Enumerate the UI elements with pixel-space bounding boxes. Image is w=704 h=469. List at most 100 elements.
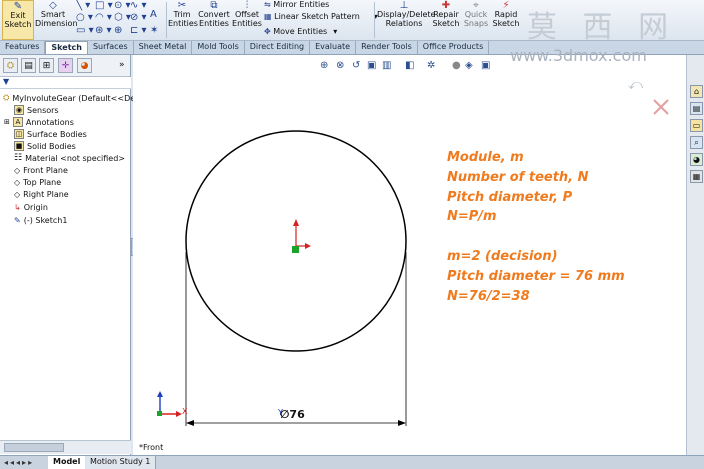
rapid-sketch-button[interactable]: ⚡ Rapid Sketch	[492, 0, 520, 28]
mirror-icon: ⇋	[264, 0, 274, 9]
tree-item-sketch1[interactable]: ✎ (-) Sketch1	[14, 214, 67, 226]
section-view-icon[interactable]: ▣	[367, 60, 376, 71]
previous-view-icon[interactable]: ↺	[352, 60, 360, 71]
slot-tool-icon[interactable]: ⊙ ▾	[114, 0, 131, 11]
fillet-tool-icon[interactable]: ⊏ ▾	[130, 25, 147, 36]
confirm-sketch-icon[interactable]: ⤺	[628, 77, 643, 93]
ellipse-tool-icon[interactable]: ⊘ ▾	[130, 12, 147, 23]
tab-mold-tools[interactable]: Mold Tools	[192, 41, 245, 54]
bottom-tab-bar: ◂◂◂▸▸ Model Motion Study 1	[0, 455, 704, 469]
configuration-manager-icon[interactable]: ⊞	[39, 58, 54, 73]
search-icon[interactable]: ⌕	[690, 136, 703, 149]
tree-item-surface-bodies[interactable]: ◫ Surface Bodies	[14, 128, 87, 140]
dimension-arrow-left	[186, 420, 194, 426]
tab-evaluate[interactable]: Evaluate	[310, 41, 357, 54]
tree-item-label: Material <not specified>	[25, 153, 125, 163]
arc-tool-icon[interactable]: ◠ ▾	[95, 12, 112, 23]
move-entities-button[interactable]: ✥ Move Entities ▾	[264, 27, 337, 36]
display-style-icon[interactable]: ◧	[405, 60, 414, 71]
tab-render-tools[interactable]: Render Tools	[356, 41, 418, 54]
linear-sketch-pattern-label: Linear Sketch Pattern	[274, 12, 360, 21]
tab-direct-editing[interactable]: Direct Editing	[245, 41, 311, 54]
tree-item-top-plane[interactable]: ◇ Top Plane	[14, 176, 61, 188]
display-manager-icon[interactable]: ◕	[77, 58, 92, 73]
line-tool-icon[interactable]: ╲ ▾	[76, 0, 90, 11]
plane-tool-icon[interactable]: ✶	[150, 25, 158, 36]
convert-icon: ⧉	[210, 0, 218, 11]
tab-model[interactable]: Model	[48, 456, 87, 469]
triad-origin	[157, 411, 162, 416]
tree-item-label: Surface Bodies	[27, 129, 87, 139]
view-orientation-icon[interactable]: ▥	[382, 60, 391, 71]
spline-tool-icon[interactable]: ∿ ▾	[130, 0, 147, 11]
scroll-thumb[interactable]	[4, 443, 64, 452]
material-icon: ☷	[14, 153, 23, 163]
file-explorer-icon[interactable]: ▭	[690, 119, 703, 132]
origin-icon: ↳	[14, 202, 21, 212]
point-tool-icon[interactable]: ⊛ ▾	[95, 25, 112, 36]
circle-tool-icon[interactable]: ○ ▾	[76, 12, 93, 23]
linear-sketch-pattern-button[interactable]: ▦ Linear Sketch Pattern ▾	[264, 12, 378, 21]
repair-icon: ✚	[441, 0, 451, 11]
dimxpert-icon[interactable]: ✛	[58, 58, 73, 73]
tree-item-label: (-) Sketch1	[23, 215, 68, 225]
offset-entities-button[interactable]: ⫶ Offset Entities	[232, 0, 262, 28]
tab-features[interactable]: Features	[0, 41, 46, 54]
tree-item-annotations[interactable]: ⊞ A Annotations	[4, 116, 74, 128]
trim-entities-button[interactable]: ✂ Trim Entities	[168, 0, 198, 28]
tree-item-label: Top Plane	[23, 177, 62, 187]
smart-dimension-button[interactable]: ◇ Smart Dimension	[35, 0, 78, 28]
plane-icon: ◇	[14, 177, 21, 187]
graphics-area[interactable]: Y X ∅76 ⤺ *Front	[133, 55, 686, 455]
trim-icon: ✂	[177, 0, 187, 11]
convert-entities-button[interactable]: ⧉ Convert Entities	[198, 0, 230, 28]
feature-tree-icon[interactable]: ⛭	[3, 58, 18, 73]
tree-filter[interactable]: ▼	[0, 77, 131, 89]
smart-dimension-label: Smart Dimension	[35, 10, 78, 28]
design-library-icon[interactable]: ▤	[690, 102, 703, 115]
centerline-icon[interactable]: ⊕	[114, 25, 122, 36]
edit-appearance-icon[interactable]: ●	[452, 60, 461, 71]
slot-straight-icon[interactable]: ▭ ▾	[76, 25, 94, 36]
zoom-to-fit-icon[interactable]: ⊕	[320, 60, 328, 71]
exit-sketch-icon: ✎	[13, 0, 23, 12]
tab-sheet-metal[interactable]: Sheet Metal	[134, 41, 193, 54]
display-delete-relations-label: Display/Delete Relations	[377, 10, 436, 28]
tab-sketch[interactable]: Sketch	[45, 41, 88, 54]
tree-item-right-plane[interactable]: ◇ Right Plane	[14, 188, 69, 200]
note-number-of-teeth: Number of teeth, N	[447, 170, 589, 185]
tab-office-products[interactable]: Office Products	[418, 41, 490, 54]
diameter-dimension[interactable]: ∅76	[280, 408, 305, 421]
exit-sketch-button[interactable]: ✎ Exit Sketch	[2, 0, 34, 40]
polygon-tool-icon[interactable]: ⬡ ▾	[114, 12, 131, 23]
display-delete-relations-button[interactable]: ⊥ Display/Delete Relations	[377, 0, 436, 28]
tree-item-material[interactable]: ☷ Material <not specified>	[14, 152, 125, 164]
chevron-right-icon[interactable]: »	[119, 60, 125, 70]
tree-item-label: Front Plane	[23, 165, 68, 175]
tree-item-origin[interactable]: ↳ Origin	[14, 201, 48, 213]
view-settings-icon[interactable]: ▣	[481, 60, 490, 71]
plane-icon: ◇	[14, 189, 21, 199]
tree-root[interactable]: ⛭ MyInvoluteGear (Default<<Def	[3, 92, 138, 104]
rapid-sketch-label: Rapid Sketch	[492, 10, 520, 28]
tab-surfaces[interactable]: Surfaces	[88, 41, 134, 54]
panel-horizontal-scrollbar[interactable]	[0, 440, 131, 454]
tree-item-sensors[interactable]: ◉ Sensors	[14, 104, 59, 116]
filter-icon: ▼	[3, 77, 10, 86]
zoom-to-area-icon[interactable]: ⊗	[336, 60, 344, 71]
hide-show-items-icon[interactable]: ✲	[427, 60, 435, 71]
tab-motion-study[interactable]: Motion Study 1	[85, 456, 157, 469]
home-icon[interactable]: ⌂	[690, 85, 703, 98]
appearances-icon[interactable]: ◕	[690, 153, 703, 166]
tree-item-front-plane[interactable]: ◇ Front Plane	[14, 164, 68, 176]
tree-item-solid-bodies[interactable]: ■ Solid Bodies	[14, 140, 76, 152]
quick-snaps-button[interactable]: ⌖ Quick Snaps	[463, 0, 489, 28]
rectangle-tool-icon[interactable]: □ ▾	[95, 0, 113, 11]
repair-sketch-button[interactable]: ✚ Repair Sketch	[432, 0, 460, 28]
mirror-entities-button[interactable]: ⇋ Mirror Entities	[264, 0, 329, 9]
tab-scroll-arrows[interactable]: ◂◂◂▸▸	[4, 458, 34, 467]
apply-scene-icon[interactable]: ◈	[465, 60, 473, 71]
custom-properties-icon[interactable]: ▦	[690, 170, 703, 183]
text-tool-icon[interactable]: A	[150, 9, 157, 20]
property-manager-icon[interactable]: ▤	[21, 58, 36, 73]
